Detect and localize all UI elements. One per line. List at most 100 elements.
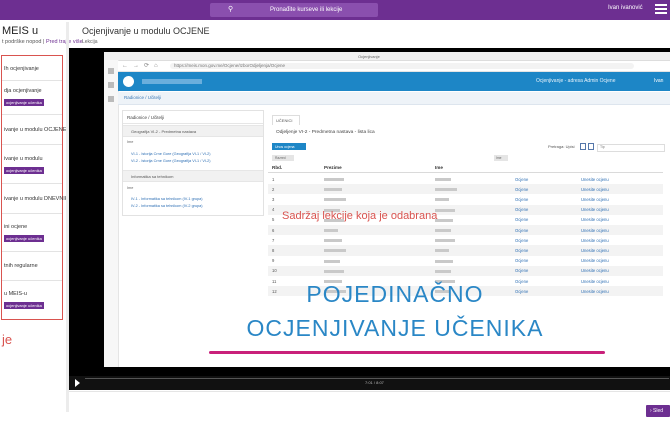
row-number: 1 [272, 176, 275, 182]
row-number: 6 [272, 227, 275, 233]
enter-grade-link: Unesite ocjenu [581, 237, 609, 243]
enter-grade-link: Unesite ocjenu [581, 196, 609, 202]
grades-link: Ocjene [515, 227, 529, 233]
header-divider [268, 172, 663, 173]
lesson-content-note: Sadržaj lekcije koja je odabrana [282, 210, 438, 222]
filter-label: Razred [275, 156, 286, 160]
nav-arrows-icon: ←→⟳⌂ [122, 63, 163, 69]
lesson-item[interactable]: ivanje u modulu [4, 156, 43, 162]
lesson-item[interactable]: ivanje u modulu OCJENE [4, 127, 66, 133]
lesson-badge: ocjenjivanje učenika [4, 167, 44, 174]
blurred-name [435, 229, 451, 232]
lesson-item[interactable]: ivanje u modulu DNEVNIK [4, 196, 69, 202]
course-title: MEIS u [2, 25, 39, 37]
search-label: Pretraga: Upisi [548, 144, 575, 149]
blurred-surname [324, 198, 346, 202]
next-lesson-button[interactable]: › Sled [646, 405, 670, 417]
lesson-item[interactable]: ini ocjene [4, 224, 27, 230]
url-field: https://meis.mon.gov.me/Ocjene/IzborOdje… [170, 63, 634, 69]
subjects-card: Radionice / Učitelji Geografija VI-2 - P… [122, 110, 264, 216]
app-logo-icon [123, 76, 134, 87]
course-sub-link[interactable]: Pred trajte više [46, 39, 83, 45]
class-link: IV-2 - Informatika sa tehnikom (IV-2 gru… [131, 204, 203, 208]
blurred-name [435, 178, 451, 181]
card-header-text: Radionice / Učitelji [127, 115, 165, 120]
video-progress-bar[interactable] [85, 378, 669, 379]
grades-link: Ocjene [515, 268, 529, 274]
next-lesson-label: › Sled [650, 408, 664, 414]
filter-row: Razred Ime [272, 155, 663, 162]
divider [2, 144, 62, 145]
divider [2, 251, 62, 252]
breadcrumb-text: Radionice / Učitelji [124, 95, 162, 100]
app-name-blurred [142, 79, 202, 84]
play-icon[interactable] [75, 379, 80, 387]
enter-grade-link: Unesite ocjenu [581, 258, 609, 264]
grades-link: Ocjene [515, 217, 529, 223]
print-icon [588, 143, 594, 150]
lesson-item[interactable]: Ih ocjenjivanje [4, 66, 39, 72]
lesson-item[interactable]: u MEIS-u [4, 291, 27, 297]
table-row: 8 Ocjene Unesite ocjenu [268, 245, 663, 256]
app-user-name: Ivan [654, 78, 664, 84]
browser-tab: Ocjenjivanje [358, 54, 380, 59]
column-label: Ime [127, 140, 134, 144]
table-row: 2 Ocjene Unesite ocjenu [268, 184, 663, 195]
divider [2, 80, 62, 81]
course-sub-prefix: t podrške nopod [2, 39, 42, 45]
row-number: 8 [272, 247, 275, 253]
subject-row: Informatika sa tehnikom [123, 170, 263, 182]
enter-grade-link: Unesite ocjenu [581, 247, 609, 253]
lesson-item[interactable]: tnih regularne [4, 263, 38, 269]
grades-link: Ocjene [515, 258, 529, 264]
row-number: 4 [272, 207, 275, 213]
browser-titlebar [104, 52, 670, 61]
menu-icon[interactable] [655, 4, 667, 16]
divider [69, 391, 670, 392]
lesson-item[interactable]: dja ocjenjivanje [4, 88, 42, 94]
search-icon: ⚲ [228, 6, 234, 13]
blurred-name [435, 259, 453, 263]
grades-link: Ocjene [515, 196, 529, 202]
enter-grade-link: Unesite ocjenu [581, 227, 609, 233]
column-header: Rbd. [272, 165, 283, 170]
blurred-name [435, 269, 451, 273]
class-link: VI-2 - Istorija Crne Gore (Geografija VI… [131, 159, 211, 163]
video-overlay-title: POJEDINAČNO [306, 281, 484, 307]
filter-razred: Razred [272, 155, 294, 161]
enter-grade-link: Unesite ocjenu [581, 217, 609, 223]
filter-ime: Ime [494, 155, 508, 161]
filter-input-text: Tip [600, 145, 605, 149]
column-label: Ime [127, 186, 134, 190]
search-bar[interactable]: ⚲ Pronađite kurseve ili lekcije [210, 3, 378, 17]
grades-link: Ocjene [515, 247, 529, 253]
enter-grades-button: Unos ocjena [272, 143, 306, 150]
table-row: 3 Ocjene Unesite ocjenu [268, 194, 663, 204]
class-title: Odjeljenje VI-2 - Predmetna nastava - li… [276, 130, 375, 135]
column-header: Ime [435, 165, 443, 170]
row-number: 9 [272, 258, 275, 264]
user-name[interactable]: Ivan ivanović [608, 5, 643, 11]
row-number: 3 [272, 196, 275, 202]
row-number: 7 [272, 237, 275, 243]
blurred-surname [324, 269, 344, 273]
blurred-surname [324, 229, 338, 232]
blurred-name [435, 249, 449, 253]
class-link: VI-1 - Istorija Crne Gore (Geografija VI… [131, 152, 211, 156]
red-caption: je [2, 332, 13, 347]
grades-link: Ocjene [515, 186, 529, 192]
blurred-surname [324, 239, 342, 243]
app-user-role: Ocjenjivanje - adresa Admin Ocjene [536, 78, 616, 84]
table-row: 1 Ocjene Unesite ocjenu [268, 174, 663, 184]
class-link: IV-1 - Informatika sa tehnikom (IV-1 gru… [131, 197, 203, 201]
button-label: Unos ocjena [275, 144, 295, 149]
divider [2, 213, 62, 214]
breadcrumb: Radionice / Učitelji [118, 92, 670, 105]
overlay-underline [209, 351, 605, 354]
enter-grade-link: Unesite ocjenu [581, 186, 609, 192]
blurred-surname [324, 178, 344, 181]
table-row: 6 Ocjene Unesite ocjenu [268, 225, 663, 236]
grades-link: Ocjene [515, 237, 529, 243]
row-number: 5 [272, 217, 275, 223]
enter-grade-link: Unesite ocjenu [581, 207, 609, 213]
